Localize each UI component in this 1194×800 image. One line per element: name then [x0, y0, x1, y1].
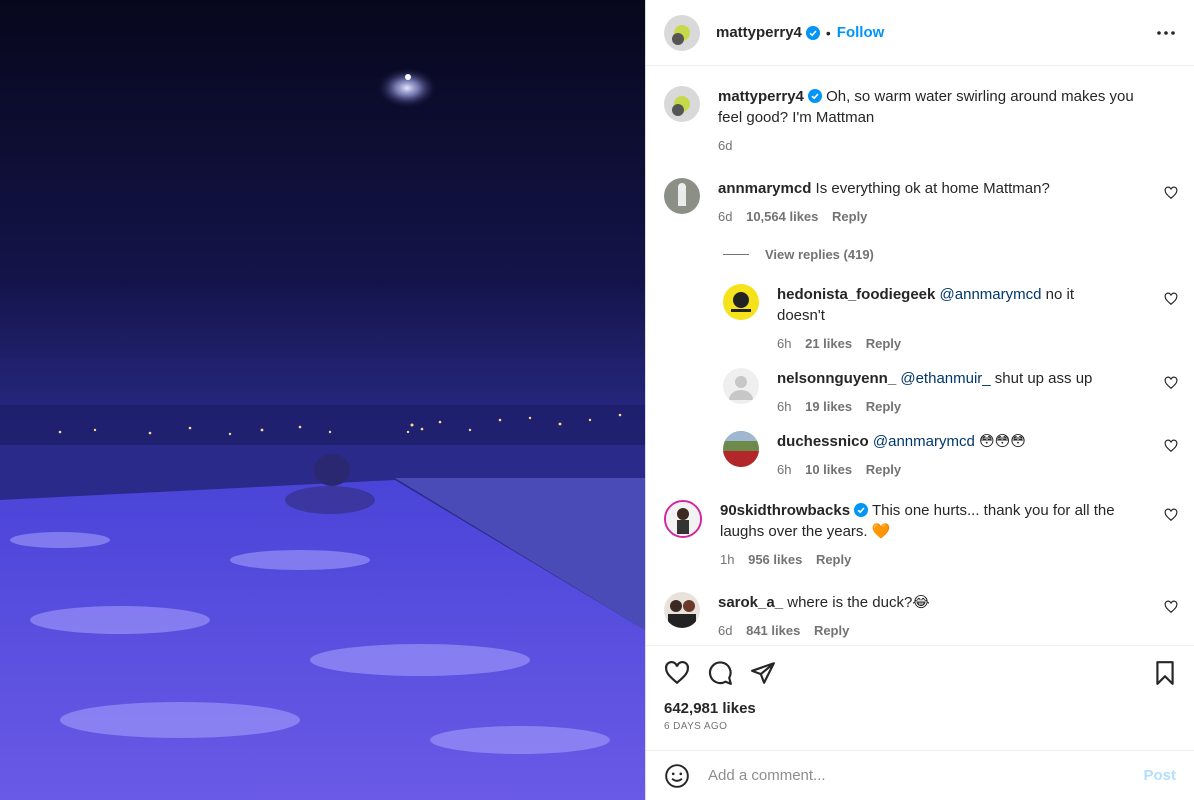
- likes-count[interactable]: 642,981 likes: [646, 700, 1194, 717]
- reply-button[interactable]: Reply: [832, 209, 867, 224]
- separator-dot: •: [825, 24, 831, 41]
- bookmark-icon[interactable]: [1152, 660, 1178, 686]
- like-comment-heart-icon[interactable]: [1164, 292, 1178, 306]
- post-timestamp: 6 DAYS AGO: [664, 721, 728, 732]
- hot-tub-night-photo: [0, 0, 645, 800]
- post-caption: mattyperry4 Oh, so warm water swirling a…: [664, 86, 1178, 156]
- like-comment-heart-icon[interactable]: [1164, 376, 1178, 390]
- post-actions: [646, 646, 1194, 700]
- like-comment-heart-icon[interactable]: [1164, 186, 1178, 200]
- comments-list[interactable]: mattyperry4 Oh, so warm water swirling a…: [646, 66, 1194, 646]
- comment-text: where is the duck?😂: [787, 594, 930, 611]
- reply-text: 😳😳😳: [974, 433, 1026, 450]
- reply-item: hedonista_foodiegeek @annmarymcd no it d…: [723, 284, 1178, 354]
- reply-body: hedonista_foodiegeek @annmarymcd no it d…: [777, 284, 1117, 354]
- comment-meta: 6d 841 likes Reply: [718, 620, 1138, 641]
- reply-mention[interactable]: @ethanmuir_: [900, 370, 990, 387]
- instagram-post: mattyperry4 • Follow mattyperry4 Oh, so …: [0, 0, 1194, 800]
- comment-item: annmarymcd Is everything ok at home Matt…: [664, 178, 1178, 227]
- comment-body: sarok_a_ where is the duck?😂 6d 841 like…: [718, 592, 1138, 641]
- view-replies-line: [723, 254, 749, 255]
- replier-avatar[interactable]: [723, 284, 759, 320]
- like-comment-heart-icon[interactable]: [1164, 508, 1178, 522]
- like-comment-heart-icon[interactable]: [1164, 439, 1178, 453]
- comment-item: sarok_a_ where is the duck?😂 6d 841 like…: [664, 592, 1178, 641]
- reply-button[interactable]: Reply: [866, 399, 901, 414]
- reply-likes[interactable]: 21 likes: [805, 336, 852, 351]
- verified-badge-icon: [807, 89, 822, 103]
- more-options-icon[interactable]: [1154, 21, 1178, 45]
- reply-time: 6h: [777, 399, 792, 414]
- caption-username[interactable]: mattyperry4: [718, 88, 804, 105]
- reply-button[interactable]: Reply: [866, 336, 901, 351]
- reply-time: 6h: [777, 336, 792, 351]
- replier-avatar[interactable]: [723, 431, 759, 467]
- comment-likes[interactable]: 956 likes: [748, 552, 802, 567]
- comment-meta: 6d 10,564 likes Reply: [718, 206, 1138, 227]
- reply-button[interactable]: Reply: [866, 462, 901, 477]
- author-avatar[interactable]: [664, 86, 700, 122]
- reply-item: duchessnico @annmarymcd 😳😳😳 6h 10 likes …: [723, 431, 1178, 480]
- view-replies-button[interactable]: View replies (419): [723, 247, 1178, 262]
- follow-button[interactable]: Follow: [837, 24, 885, 41]
- comment-body: annmarymcd Is everything ok at home Matt…: [718, 178, 1138, 227]
- reply-mention[interactable]: @annmarymcd: [873, 433, 975, 450]
- reply-likes[interactable]: 19 likes: [805, 399, 852, 414]
- comment-input[interactable]: [706, 766, 1144, 785]
- comment-time: 6d: [718, 209, 733, 224]
- reply-body: duchessnico @annmarymcd 😳😳😳 6h 10 likes …: [777, 431, 1117, 480]
- author-avatar[interactable]: [664, 14, 700, 51]
- commenter-avatar[interactable]: [664, 592, 700, 628]
- share-icon[interactable]: [750, 660, 776, 686]
- comment-body: 90skidthrowbacks This one hurts... thank…: [720, 500, 1140, 570]
- reply-meta: 6h 21 likes Reply: [777, 333, 1117, 354]
- verified-badge-icon: [854, 503, 869, 517]
- replies-list: hedonista_foodiegeek @annmarymcd no it d…: [664, 284, 1178, 480]
- reply-username[interactable]: hedonista_foodiegeek: [777, 286, 935, 303]
- comment-username[interactable]: annmarymcd: [718, 180, 811, 197]
- reply-meta: 6h 19 likes Reply: [777, 396, 1117, 417]
- reply-item: nelsonnguyenn_ @ethanmuir_ shut up ass u…: [723, 368, 1178, 417]
- like-comment-heart-icon[interactable]: [1164, 600, 1178, 614]
- reply-username[interactable]: nelsonnguyenn_: [777, 370, 896, 387]
- view-replies-label: View replies (419): [765, 247, 874, 262]
- caption-body: mattyperry4 Oh, so warm water swirling a…: [718, 86, 1138, 156]
- commenter-avatar-story-ring[interactable]: [664, 500, 702, 538]
- comment-icon[interactable]: [707, 660, 733, 686]
- comment-likes[interactable]: 841 likes: [746, 623, 800, 638]
- comment-username[interactable]: sarok_a_: [718, 594, 783, 611]
- caption-meta: 6d: [718, 135, 1138, 156]
- comment-likes[interactable]: 10,564 likes: [746, 209, 818, 224]
- replier-avatar[interactable]: [723, 368, 759, 404]
- reply-mention[interactable]: @annmarymcd: [940, 286, 1042, 303]
- reply-time: 6h: [777, 462, 792, 477]
- emoji-icon[interactable]: [664, 763, 690, 789]
- reply-meta: 6h 10 likes Reply: [777, 459, 1117, 480]
- caption-time: 6d: [718, 138, 733, 153]
- reply-text: shut up ass up: [990, 370, 1093, 387]
- reply-button[interactable]: Reply: [814, 623, 849, 638]
- post-image[interactable]: [0, 0, 646, 800]
- reply-body: nelsonnguyenn_ @ethanmuir_ shut up ass u…: [777, 368, 1117, 417]
- reply-username[interactable]: duchessnico: [777, 433, 869, 450]
- commenter-avatar[interactable]: [664, 178, 700, 214]
- comment-time: 6d: [718, 623, 733, 638]
- reply-button[interactable]: Reply: [816, 552, 851, 567]
- comment-time: 1h: [720, 552, 735, 567]
- comment-item: 90skidthrowbacks This one hurts... thank…: [664, 500, 1178, 570]
- comment-text: Is everything ok at home Mattman?: [815, 180, 1050, 197]
- comment-meta: 1h 956 likes Reply: [720, 549, 1140, 570]
- comment-username[interactable]: 90skidthrowbacks: [720, 502, 850, 519]
- comment-composer: Post: [646, 750, 1194, 800]
- post-header: mattyperry4 • Follow: [646, 0, 1194, 66]
- author-username[interactable]: mattyperry4: [716, 24, 802, 41]
- reply-likes[interactable]: 10 likes: [805, 462, 852, 477]
- heart-icon[interactable]: [664, 660, 690, 686]
- post-comment-button[interactable]: Post: [1143, 767, 1176, 784]
- post-details-panel: mattyperry4 • Follow mattyperry4 Oh, so …: [646, 0, 1194, 800]
- verified-badge-icon: [805, 25, 820, 40]
